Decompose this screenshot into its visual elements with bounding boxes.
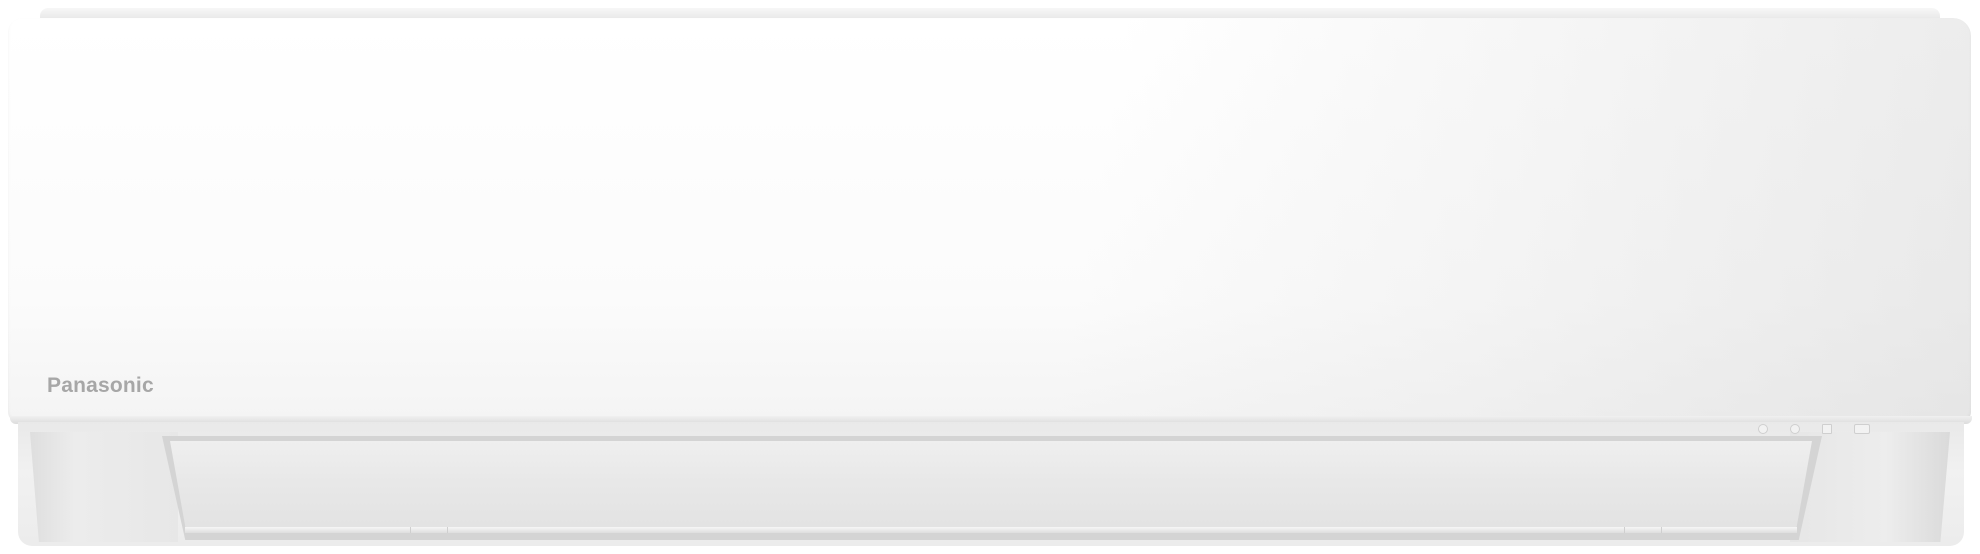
indicator-lamps	[1758, 424, 1870, 434]
mode-indicator-icon	[1822, 424, 1832, 434]
side-cap-left	[30, 432, 178, 542]
louver-notch-left	[410, 527, 448, 533]
power-indicator-icon	[1758, 424, 1768, 434]
louver-notch-right	[1624, 527, 1662, 533]
timer-indicator-icon	[1790, 424, 1800, 434]
front-panel	[8, 18, 1971, 422]
brand-logo: Panasonic	[47, 374, 154, 397]
air-louver	[170, 441, 1812, 533]
signal-indicator-icon	[1854, 424, 1870, 434]
air-conditioner-unit: Panasonic	[0, 0, 1980, 554]
